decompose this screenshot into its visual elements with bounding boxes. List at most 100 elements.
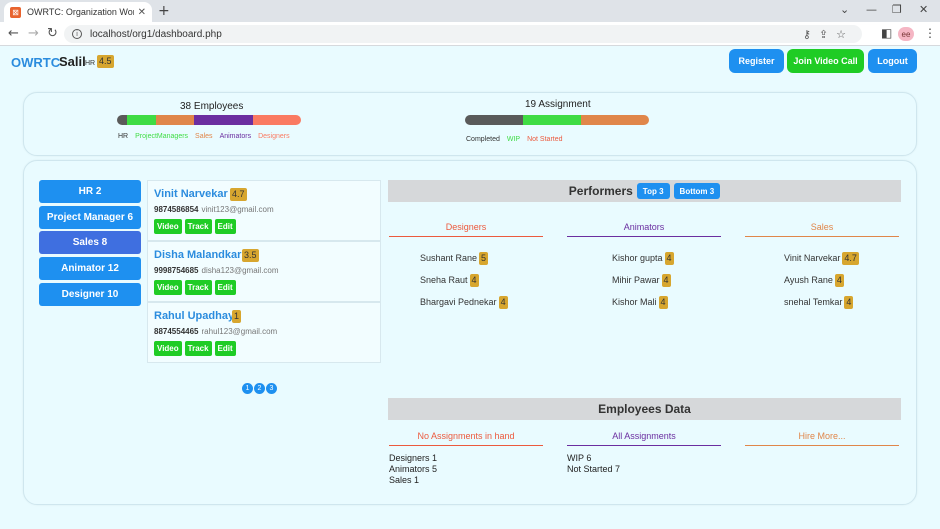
- minimize-icon[interactable]: —: [866, 3, 877, 16]
- performer-row: Ayush Rane 4: [784, 269, 859, 291]
- performer-name: Sneha Raut: [420, 275, 468, 285]
- sidebar-item-sales[interactable]: Sales 8: [39, 231, 141, 254]
- bar-segment-sales: [155, 115, 195, 125]
- performer-rating-badge: 4: [658, 295, 668, 309]
- performer-name: Ayush Rane: [784, 275, 833, 285]
- performers-list-animators: Kishor gupta 4 Mihir Pawar 4 Kishor Mali 4: [612, 247, 674, 313]
- url-field[interactable]: i localhost/org1/dashboard.php ⚷⇪☆: [64, 25, 862, 43]
- performer-name: snehal Temkar: [784, 297, 843, 307]
- list-item: Designers 1: [389, 453, 438, 463]
- employee-contact: 9874586854 vinit123@gmail.com: [154, 205, 274, 214]
- brand-logo-text[interactable]: OWRTC: [11, 55, 60, 70]
- performer-row: Mihir Pawar 4: [612, 269, 674, 291]
- legend-hr: HR: [118, 133, 129, 140]
- employee-rating-badge: 4.7: [230, 188, 247, 201]
- page-3-button[interactable]: 3: [266, 383, 277, 394]
- video-button[interactable]: Video: [154, 341, 182, 356]
- xampp-favicon-icon: ⊠: [10, 6, 21, 18]
- edit-button[interactable]: Edit: [214, 341, 236, 356]
- register-button[interactable]: Register: [729, 49, 784, 73]
- assignments-status-bar: [465, 115, 649, 125]
- video-button[interactable]: Video: [154, 219, 182, 234]
- forward-icon[interactable]: →: [28, 26, 39, 41]
- menu-kebab-icon[interactable]: ⋮: [924, 26, 936, 40]
- page-1-button[interactable]: 1: [242, 383, 253, 394]
- browser-tab-strip: ⊠ OWRTC: Organization Workflow ✕ + ⌄ — ❐…: [0, 0, 940, 22]
- video-button[interactable]: Video: [154, 280, 182, 295]
- performers-column-designers: Designers: [389, 220, 543, 237]
- performer-row: Vinit Narvekar 4.7: [784, 247, 859, 269]
- performers-list-designers: Sushant Rane 5 Sneha Raut 4 Bhargavi Pedne…: [420, 247, 508, 313]
- employees-distribution-bar: [117, 115, 301, 125]
- sidebar-toggle-icon[interactable]: ◧: [881, 26, 892, 40]
- no-assignments-list: Designers 1 Animators 5 Sales 1: [389, 453, 437, 486]
- site-info-icon[interactable]: i: [72, 29, 82, 39]
- bar-segment-completed: [465, 115, 524, 125]
- track-button[interactable]: Track: [184, 219, 212, 234]
- performer-row: Sushant Rane 5: [420, 247, 508, 269]
- employee-card: Vinit Narvekar 4.7 9874586854 vinit123@gm…: [147, 180, 381, 241]
- employee-email: disha123@gmail.com: [201, 266, 279, 275]
- track-button[interactable]: Track: [184, 341, 212, 356]
- profile-avatar[interactable]: ee: [898, 27, 914, 41]
- performer-name: Kishor Mali: [612, 297, 657, 307]
- edit-button[interactable]: Edit: [214, 219, 236, 234]
- list-item: Not Started 7: [567, 464, 621, 474]
- performer-rating-badge: 4: [664, 251, 674, 265]
- performers-title: Performers: [568, 184, 633, 198]
- bottom-3-button[interactable]: Bottom 3: [673, 183, 721, 199]
- employee-name[interactable]: Rahul Upadhay: [154, 310, 234, 322]
- bar-segment-projectmanagers: [126, 115, 156, 125]
- performer-name: Kishor gupta: [612, 253, 663, 263]
- back-icon[interactable]: ←: [8, 26, 19, 41]
- performer-rating-badge: 4: [834, 273, 844, 287]
- reload-icon[interactable]: ↻: [47, 26, 58, 41]
- assignments-legend: Completed WIP Not Started: [466, 136, 563, 143]
- browser-tab[interactable]: ⊠ OWRTC: Organization Workflow ✕: [4, 2, 152, 22]
- join-video-call-button[interactable]: Join Video Call: [787, 49, 864, 73]
- performer-name: Vinit Narvekar: [784, 253, 841, 263]
- bar-segment-animators: [194, 115, 253, 125]
- performer-rating-badge: 4: [469, 273, 479, 287]
- employee-phone: 8874554465: [154, 327, 199, 336]
- employees-data-header: Employees Data: [388, 398, 901, 420]
- employee-phone: 9998754685: [154, 266, 199, 275]
- logout-button[interactable]: Logout: [868, 49, 917, 73]
- performer-name: Sushant Rane: [420, 253, 478, 263]
- pagination: 1 2 3: [242, 383, 277, 394]
- employee-email: vinit123@gmail.com: [201, 205, 274, 214]
- employee-card: Disha Malandkar 3.5 9998754685 disha123@g…: [147, 241, 381, 302]
- legend-sales: Sales: [195, 133, 213, 140]
- employee-rating-badge: 3.5: [242, 249, 259, 262]
- track-button[interactable]: Track: [184, 280, 212, 295]
- performer-name: Bhargavi Pednekar: [420, 297, 497, 307]
- legend-completed: Completed: [466, 136, 500, 143]
- maximize-icon[interactable]: ❐: [892, 3, 902, 16]
- employee-phone: 9874586854: [154, 205, 199, 214]
- employee-name[interactable]: Disha Malandkar: [154, 249, 241, 261]
- performer-rating-badge: 4.7: [842, 251, 859, 265]
- legend-animators: Animators: [219, 133, 252, 140]
- close-window-icon[interactable]: ✕: [919, 3, 928, 16]
- all-assignments-column: All Assignments: [567, 429, 721, 446]
- employee-name[interactable]: Vinit Narvekar: [154, 188, 228, 200]
- new-tab-icon[interactable]: +: [158, 3, 170, 19]
- performers-column-sales: Sales: [745, 220, 899, 237]
- page-2-button[interactable]: 2: [254, 383, 265, 394]
- tab-search-icon[interactable]: ⌄: [840, 3, 849, 16]
- sidebar-item-animator[interactable]: Animator 12: [39, 257, 141, 280]
- sidebar-item-hr[interactable]: HR 2: [39, 180, 141, 203]
- employees-count-title: 38 Employees: [180, 101, 244, 112]
- sidebar-item-designer[interactable]: Designer 10: [39, 283, 141, 306]
- omnibox-action-icons[interactable]: ⚷⇪☆: [803, 28, 854, 41]
- employee-contact: 9998754685 disha123@gmail.com: [154, 266, 279, 275]
- address-bar-row: ← → ↻ i localhost/org1/dashboard.php ⚷⇪☆…: [0, 22, 940, 46]
- employee-contact: 8874554465 rahul123@gmail.com: [154, 327, 277, 336]
- hire-more-link[interactable]: Hire More...: [745, 429, 899, 446]
- all-assignments-list: WIP 6 Not Started 7: [567, 453, 620, 475]
- sidebar-item-project-manager[interactable]: Project Manager 6: [39, 206, 141, 229]
- close-tab-icon[interactable]: ✕: [138, 7, 146, 18]
- top-3-button[interactable]: Top 3: [636, 183, 670, 199]
- edit-button[interactable]: Edit: [214, 280, 236, 295]
- tab-title: OWRTC: Organization Workflow: [27, 7, 134, 17]
